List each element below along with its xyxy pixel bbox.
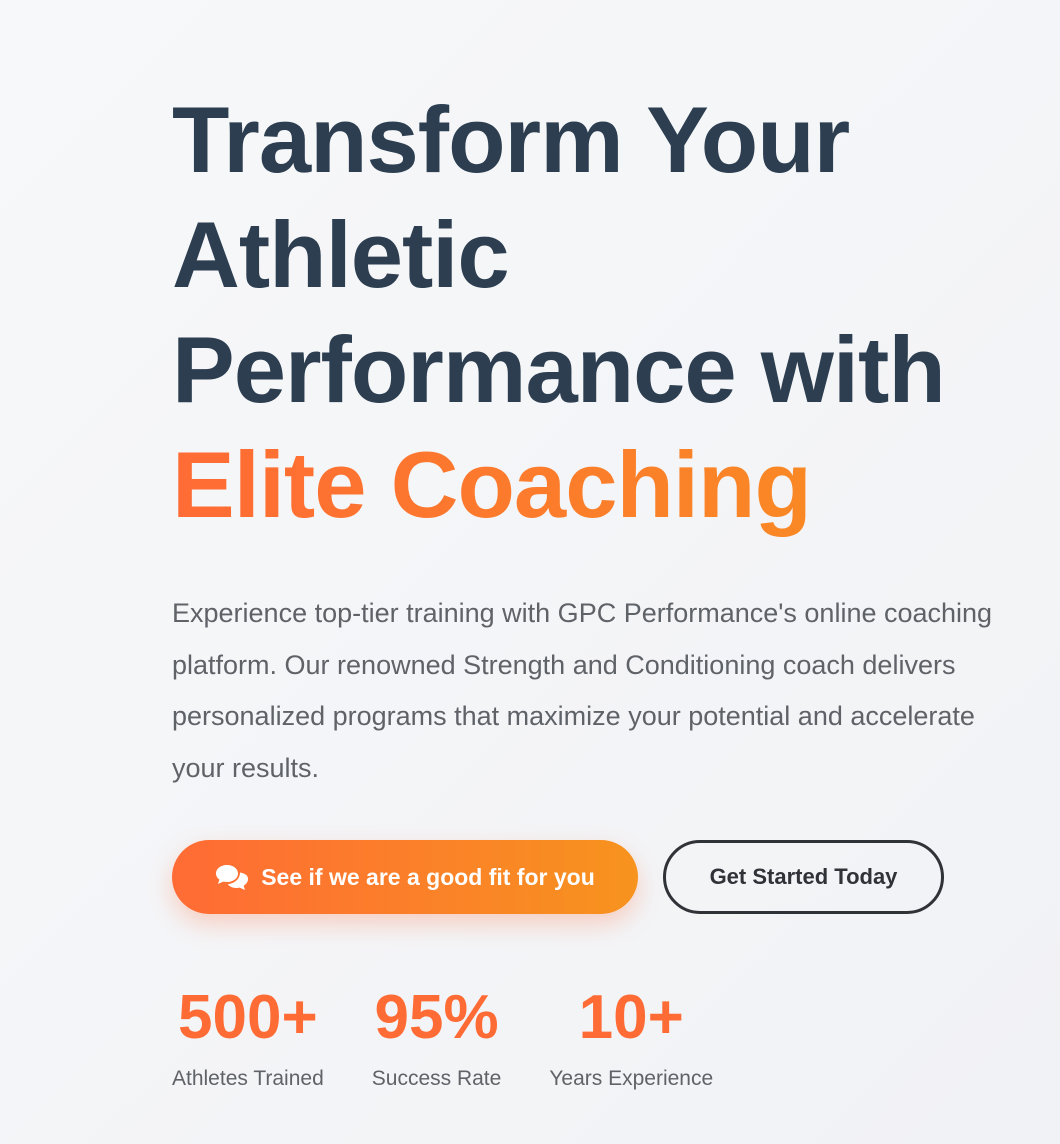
hero-section: Transform Your Athletic Performance with… (172, 82, 1052, 914)
headline-line-3: Performance with (172, 317, 946, 422)
headline-accent: Elite Coaching (172, 427, 1052, 542)
headline-line-2: Athletic (172, 202, 510, 307)
stat-label: Years Experience (549, 1067, 714, 1090)
stat-value: 10+ (578, 983, 684, 1052)
headline-line-1: Transform Your (172, 87, 850, 192)
hero-headline: Transform Your Athletic Performance with… (172, 82, 1052, 542)
hero-description: Experience top-tier training with GPC Pe… (172, 598, 993, 783)
stat-label: Success Rate (371, 1067, 502, 1090)
hero-actions: See if we are a good fit for you Get Sta… (172, 840, 1052, 914)
stat-athletes-trained: 500+ Athletes Trained (172, 982, 324, 1094)
good-fit-button[interactable]: See if we are a good fit for you (172, 840, 638, 914)
get-started-button[interactable]: Get Started Today (663, 840, 944, 914)
stat-success-rate: 95% Success Rate (372, 982, 502, 1094)
good-fit-button-label: See if we are a good fit for you (261, 863, 595, 890)
get-started-button-label: Get Started Today (709, 864, 898, 889)
stat-label: Athletes Trained (172, 1067, 324, 1090)
stat-value: 500+ (178, 983, 318, 1052)
stat-years-experience: 10+ Years Experience (549, 982, 713, 1094)
stats-row: 500+ Athletes Trained 95% Success Rate 1… (172, 982, 713, 1094)
stat-value: 95% (374, 983, 499, 1052)
comments-icon (215, 863, 249, 891)
